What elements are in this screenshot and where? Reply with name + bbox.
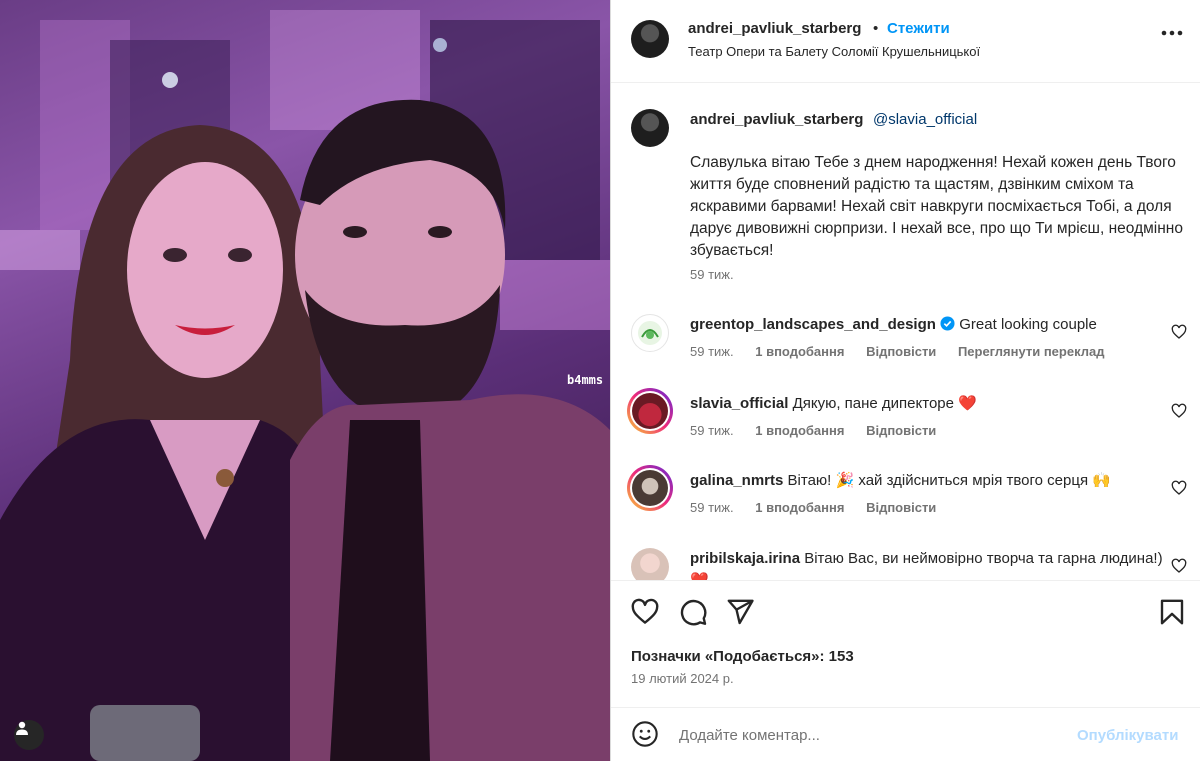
post-date: 19 лютий 2024 р. [631,671,734,686]
caption-avatar[interactable] [631,109,669,147]
comment-item: slavia_official Дякую, пане дипекторе ❤️… [611,388,1200,473]
separator-dot: • [873,20,879,37]
comment-like-heart-icon[interactable] [1171,480,1187,496]
greentop-logo-icon [638,321,662,345]
photo-watermark: b4mms [567,373,604,387]
comment-text-line: galina_nmrts Вітаю! 🎉 хай здійсниться мр… [690,470,1170,492]
reply-button[interactable]: Відповісти [866,423,936,438]
comment-item: pribilskaja.irina Вітаю Вас, ви неймовір… [611,548,1200,580]
comment-item: galina_nmrts Вітаю! 🎉 хай здійсниться мр… [611,465,1200,550]
likes-count[interactable]: Позначки «Подобається»: 153 [631,648,854,665]
follow-button[interactable]: Стежити [887,20,950,37]
comment-likes[interactable]: 1 вподобання [755,423,844,438]
caption-timestamp: 59 тиж. [690,267,734,282]
comment-bubble-icon[interactable] [678,597,708,627]
photo-illustration [0,10,610,761]
comment-like-heart-icon[interactable] [1171,558,1187,574]
comment-time: 59 тиж. [690,344,734,359]
save-bookmark-icon[interactable] [1157,597,1187,627]
author-username[interactable]: andrei_pavliuk_starberg [688,20,861,37]
commenter-avatar[interactable] [631,548,669,580]
comment-likes[interactable]: 1 вподобання [755,500,844,515]
add-comment-bar: Опублікувати [611,707,1200,762]
comment-text-line: greentop_landscapes_and_design Great loo… [690,314,1170,336]
comment-body: Great looking couple [959,316,1097,333]
like-heart-icon[interactable] [630,597,660,627]
post-photo[interactable]: b4mms [0,0,610,761]
verified-badge-icon [940,316,955,331]
emoji-smiley-icon[interactable] [631,720,659,748]
comment-time: 59 тиж. [690,500,734,515]
see-translation-button[interactable]: Переглянути переклад [958,344,1105,359]
comment-like-heart-icon[interactable] [1171,324,1187,340]
post-details-panel: andrei_pavliuk_starberg • Стежити Театр … [611,0,1200,761]
comment-item: greentop_landscapes_and_design Great loo… [611,314,1200,394]
author-avatar[interactable] [631,20,669,58]
user-icon [16,721,28,735]
comment-input[interactable] [677,722,1061,748]
comment-body: Дякую, пане дипекторе ❤️ [792,395,977,412]
comment-like-heart-icon[interactable] [1171,403,1187,419]
post-location[interactable]: Театр Опери та Балету Соломії Крушельниц… [688,44,980,59]
comment-body: Вітаю! 🎉 хай здійсниться мрія твого серц… [787,472,1111,489]
comment-meta: 59 тиж. 1 вподобання Відповісти Переглян… [690,344,1123,359]
post-actions-bar: Позначки «Подобається»: 153 19 лютий 202… [611,580,1200,761]
post-header: andrei_pavliuk_starberg • Стежити Театр … [611,0,1200,83]
tagged-people-button[interactable] [14,720,44,750]
commenter-avatar[interactable] [627,465,673,511]
reply-button[interactable]: Відповісти [866,500,936,515]
more-horizontal-icon[interactable] [1161,30,1183,36]
comment-username[interactable]: galina_nmrts [690,472,783,489]
commenter-avatar[interactable] [627,388,673,434]
comment-meta: 59 тиж. 1 вподобання Відповісти [690,423,954,438]
comment-text-line: slavia_official Дякую, пане дипекторе ❤️ [690,393,1170,415]
comment-username[interactable]: pribilskaja.irina [690,550,800,567]
comment-meta: 59 тиж. 1 вподобання Відповісти [690,500,954,515]
comment-username[interactable]: greentop_landscapes_and_design [690,316,936,333]
reply-button[interactable]: Відповісти [866,344,936,359]
comment-username[interactable]: slavia_official [690,395,788,412]
publish-button[interactable]: Опублікувати [1077,727,1178,744]
caption-mention-link[interactable]: @slavia_official [873,111,977,128]
comment-time: 59 тиж. [690,423,734,438]
share-paper-plane-icon[interactable] [725,597,755,627]
caption-username[interactable]: andrei_pavliuk_starberg [690,111,863,128]
comment-likes[interactable]: 1 вподобання [755,344,844,359]
caption-text: Славулька вітаю Тебе з днем народження! … [690,154,1183,259]
comment-text-line: pribilskaja.irina Вітаю Вас, ви неймовір… [690,548,1170,580]
commenter-avatar[interactable] [631,314,669,352]
